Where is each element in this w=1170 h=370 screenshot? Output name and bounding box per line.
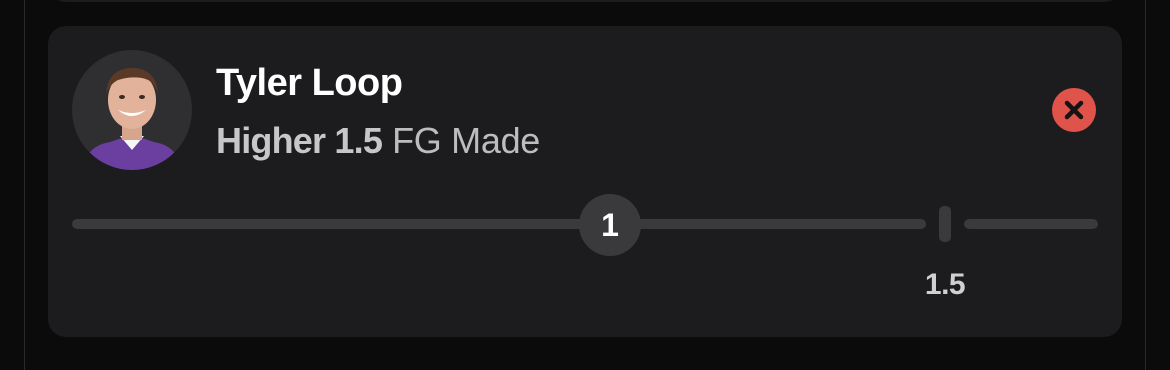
slider-thumb[interactable]: 1	[579, 194, 641, 256]
line-value-label: 1.5	[924, 268, 966, 301]
close-x-icon	[1064, 100, 1084, 120]
pick-stat: FG Made	[392, 120, 541, 161]
pick-card: Tyler Loop Higher 1.5 FG Made 1 1.5	[48, 26, 1122, 337]
remove-pick-button[interactable]	[1052, 88, 1096, 132]
previous-card	[48, 0, 1122, 2]
line-marker	[939, 206, 951, 242]
slider-track-upper[interactable]	[964, 219, 1098, 229]
pick-direction: Higher 1.5	[216, 120, 383, 161]
player-name: Tyler Loop	[216, 62, 403, 104]
avatar	[72, 50, 192, 170]
player-headshot-icon	[82, 68, 182, 170]
slider-track[interactable]	[72, 219, 926, 229]
pick-line: Higher 1.5 FG Made	[216, 120, 540, 162]
